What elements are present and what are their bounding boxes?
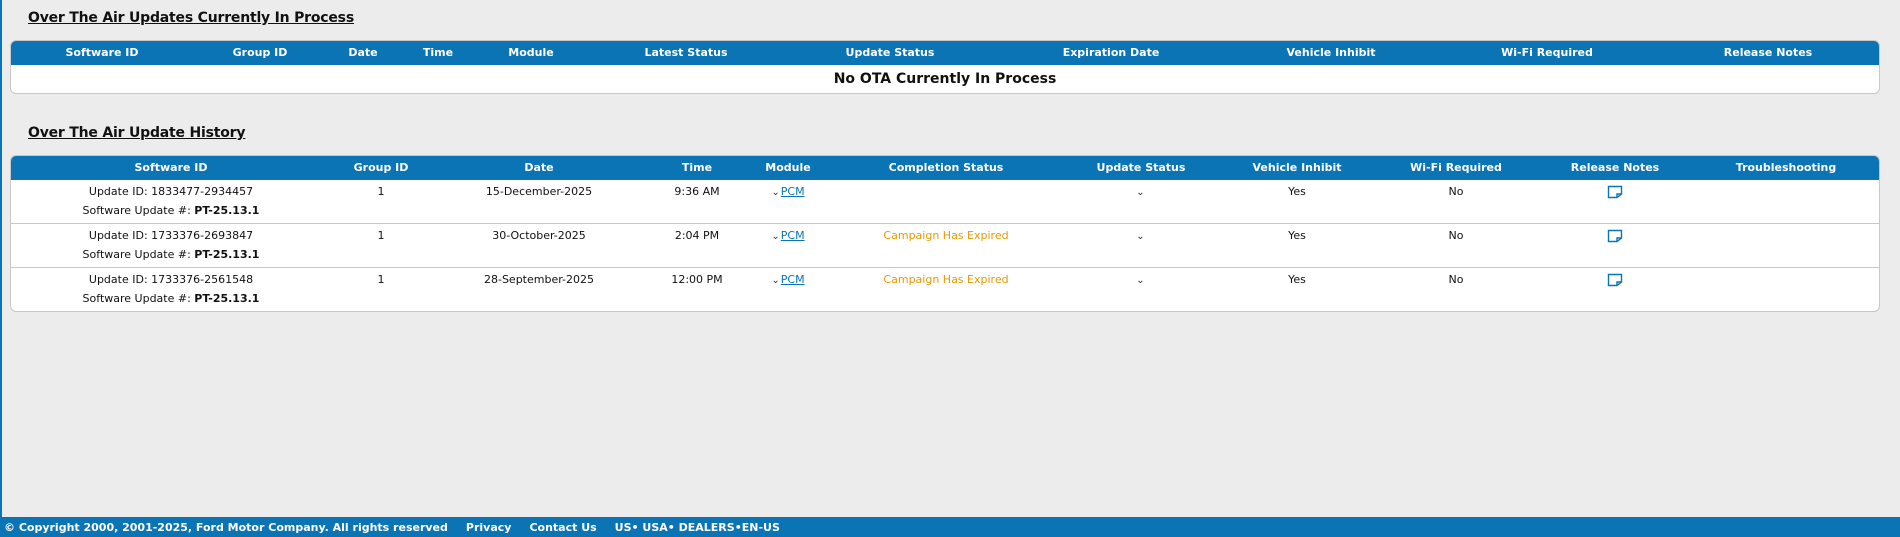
chevron-down-icon[interactable]: ⌄ bbox=[771, 187, 779, 198]
time: 9:36 AM bbox=[674, 185, 720, 198]
vehicle-inhibit: Yes bbox=[1288, 229, 1306, 242]
col-wifi-required[interactable]: Wi-Fi Required bbox=[1410, 161, 1502, 174]
history-row: Update ID: 1733376-2693847 Software Upda… bbox=[11, 224, 1879, 268]
contact-us-link[interactable]: Contact Us bbox=[529, 521, 596, 534]
update-status-expand[interactable]: ⌄ bbox=[1136, 273, 1145, 286]
time: 12:00 PM bbox=[671, 273, 723, 286]
history-row: Update ID: 1733376-2561548 Software Upda… bbox=[11, 268, 1879, 311]
col-time[interactable]: Time bbox=[423, 46, 453, 59]
module-link[interactable]: PCM bbox=[781, 229, 805, 242]
wifi-required: No bbox=[1448, 273, 1464, 286]
locale-text: US• USA• DEALERS•EN-US bbox=[614, 520, 780, 534]
current-ota-header: Software ID Group ID Date Time Module La… bbox=[11, 41, 1879, 65]
release-notes-icon[interactable] bbox=[1607, 228, 1623, 243]
date: 28-September-2025 bbox=[483, 273, 595, 286]
col-software-id[interactable]: Software ID bbox=[65, 46, 138, 59]
col-latest-status[interactable]: Latest Status bbox=[644, 46, 727, 59]
module-toggle[interactable]: ⌄PCM bbox=[771, 229, 804, 242]
col-wifi-required[interactable]: Wi-Fi Required bbox=[1501, 46, 1593, 59]
update-id: Update ID: 1733376-2561548 bbox=[88, 273, 254, 286]
privacy-link[interactable]: Privacy bbox=[466, 521, 512, 534]
col-vehicle-inhibit[interactable]: Vehicle Inhibit bbox=[1253, 161, 1342, 174]
release-notes-icon[interactable] bbox=[1607, 184, 1623, 199]
module-link[interactable]: PCM bbox=[781, 185, 805, 198]
current-ota-title: Over The Air Updates Currently In Proces… bbox=[28, 10, 354, 26]
col-release-notes[interactable]: Release Notes bbox=[1571, 161, 1659, 174]
chevron-down-icon[interactable]: ⌄ bbox=[1136, 187, 1144, 198]
group-id: 1 bbox=[377, 273, 385, 286]
col-expiration-date[interactable]: Expiration Date bbox=[1063, 46, 1160, 59]
vehicle-inhibit: Yes bbox=[1288, 273, 1306, 286]
time: 2:04 PM bbox=[674, 229, 720, 242]
left-edge-bar bbox=[0, 0, 2, 517]
col-vehicle-inhibit[interactable]: Vehicle Inhibit bbox=[1287, 46, 1376, 59]
chevron-down-icon[interactable]: ⌄ bbox=[771, 231, 779, 242]
footer: © Copyright 2000, 2001-2025, Ford Motor … bbox=[0, 517, 1900, 537]
chevron-down-icon[interactable]: ⌄ bbox=[1136, 231, 1144, 242]
update-status-expand[interactable]: ⌄ bbox=[1136, 185, 1145, 198]
col-time[interactable]: Time bbox=[682, 161, 712, 174]
no-ota-message: No OTA Currently In Process bbox=[833, 71, 1057, 87]
completion-status: Campaign Has Expired bbox=[883, 273, 1009, 286]
col-update-status[interactable]: Update Status bbox=[846, 46, 935, 59]
chevron-down-icon[interactable]: ⌄ bbox=[1136, 275, 1144, 286]
col-group-id[interactable]: Group ID bbox=[233, 46, 288, 59]
update-id: Update ID: 1833477-2934457 bbox=[88, 185, 254, 198]
history-panel: Software ID Group ID Date Time Module Co… bbox=[10, 155, 1880, 312]
release-notes-icon[interactable] bbox=[1607, 272, 1623, 287]
col-update-status[interactable]: Update Status bbox=[1097, 161, 1186, 174]
history-row: Update ID: 1833477-2934457 Software Upda… bbox=[11, 180, 1879, 224]
date: 30-October-2025 bbox=[492, 229, 586, 242]
col-group-id[interactable]: Group ID bbox=[354, 161, 409, 174]
col-module[interactable]: Module bbox=[508, 46, 553, 59]
wifi-required: No bbox=[1448, 229, 1464, 242]
group-id: 1 bbox=[377, 229, 385, 242]
completion-status: Campaign Has Expired bbox=[883, 229, 1009, 242]
col-date[interactable]: Date bbox=[348, 46, 377, 59]
update-id: Update ID: 1733376-2693847 bbox=[88, 229, 254, 242]
copyright-text: © Copyright 2000, 2001-2025, Ford Motor … bbox=[4, 520, 448, 534]
module-link[interactable]: PCM bbox=[781, 273, 805, 286]
history-title: Over The Air Update History bbox=[28, 125, 246, 141]
col-troubleshooting[interactable]: Troubleshooting bbox=[1736, 161, 1836, 174]
date: 15-December-2025 bbox=[485, 185, 593, 198]
vehicle-inhibit: Yes bbox=[1288, 185, 1306, 198]
software-update-number: Software Update #: PT-25.13.1 bbox=[82, 204, 260, 217]
col-module[interactable]: Module bbox=[765, 161, 810, 174]
wifi-required: No bbox=[1448, 185, 1464, 198]
current-ota-panel: Software ID Group ID Date Time Module La… bbox=[10, 40, 1880, 94]
update-status-expand[interactable]: ⌄ bbox=[1136, 229, 1145, 242]
col-release-notes[interactable]: Release Notes bbox=[1724, 46, 1812, 59]
chevron-down-icon[interactable]: ⌄ bbox=[771, 275, 779, 286]
group-id: 1 bbox=[377, 185, 385, 198]
history-header: Software ID Group ID Date Time Module Co… bbox=[11, 156, 1879, 180]
software-update-number: Software Update #: PT-25.13.1 bbox=[82, 292, 260, 305]
col-completion-status[interactable]: Completion Status bbox=[889, 161, 1004, 174]
col-date[interactable]: Date bbox=[524, 161, 553, 174]
module-toggle[interactable]: ⌄PCM bbox=[771, 185, 804, 198]
col-software-id[interactable]: Software ID bbox=[134, 161, 207, 174]
software-update-number: Software Update #: PT-25.13.1 bbox=[82, 248, 260, 261]
module-toggle[interactable]: ⌄PCM bbox=[771, 273, 804, 286]
